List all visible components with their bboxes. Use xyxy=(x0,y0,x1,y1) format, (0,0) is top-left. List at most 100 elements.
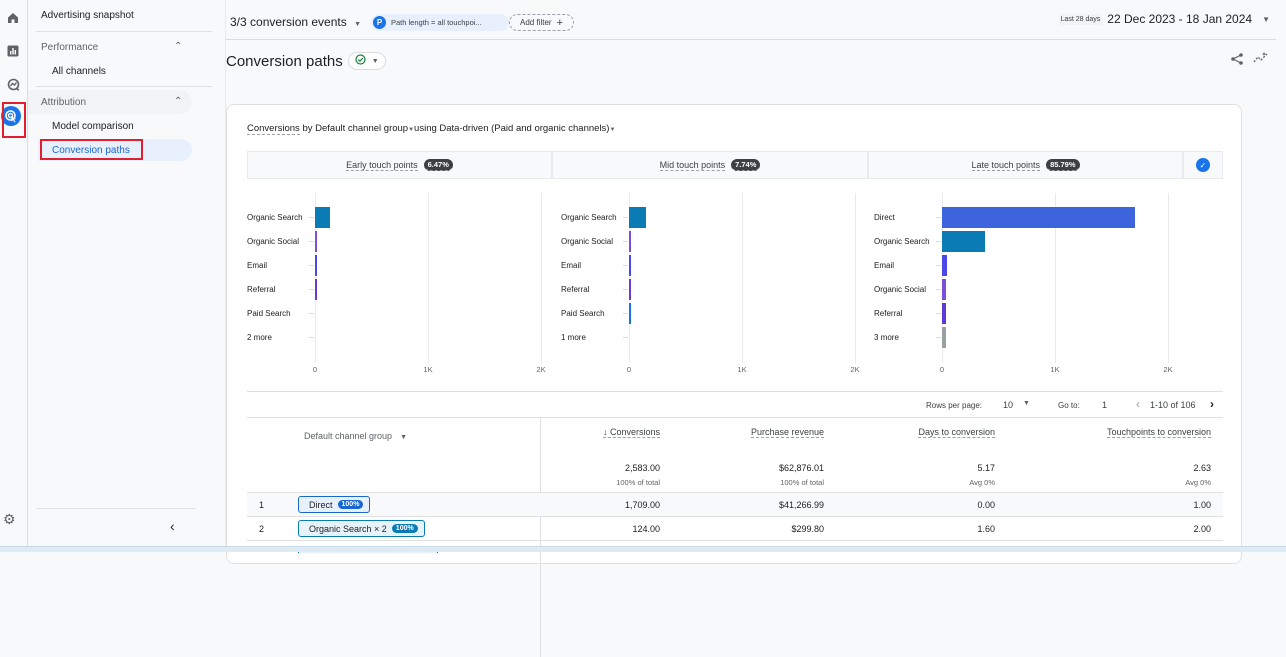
bar[interactable] xyxy=(942,279,947,300)
collapse-sidebar-button[interactable]: ‹ xyxy=(170,518,175,534)
category-label: Paid Search xyxy=(247,309,291,318)
stage-label: Mid touch points xyxy=(659,159,726,171)
dimension-selector[interactable]: Default channel group▼ xyxy=(315,123,414,134)
column-header-days-to-conversion[interactable]: Days to conversion xyxy=(918,427,995,438)
column-header-purchase-revenue[interactable]: Purchase revenue xyxy=(750,427,824,438)
sidebar-divider xyxy=(36,508,196,509)
dimension-header[interactable]: Default channel group ▼ xyxy=(304,431,407,441)
stage-late[interactable]: Late touch points 85.79% xyxy=(868,151,1183,179)
bar[interactable] xyxy=(629,231,631,252)
total-revenue-sub: 100% of total xyxy=(780,478,824,487)
conversion-paths-card: Conversions by Default channel group▼usi… xyxy=(226,104,1242,657)
cell-days: 0.00 xyxy=(977,500,995,510)
path-chip[interactable]: Direct 100% xyxy=(298,496,371,513)
page-title: Conversion paths xyxy=(226,52,343,70)
bar[interactable] xyxy=(942,231,985,252)
cell-conversions: 124.00 xyxy=(632,524,660,534)
sidebar-item-advertising-snapshot[interactable]: Advertising snapshot xyxy=(41,10,134,21)
chevron-up-icon[interactable]: ⌃ xyxy=(174,41,182,52)
date-range-text: 22 Dec 2023 - 18 Jan 2024 xyxy=(1107,12,1253,26)
explore-icon[interactable] xyxy=(3,74,23,94)
home-icon[interactable] xyxy=(3,8,23,28)
bar[interactable] xyxy=(315,279,317,300)
date-range-picker[interactable]: Last 28 days 22 Dec 2023 - 18 Jan 2024 ▼ xyxy=(1058,12,1270,26)
cell-touchpoints: 1.00 xyxy=(1193,500,1211,510)
sidebar-item-all-channels[interactable]: All channels xyxy=(52,66,106,77)
category-label: Organic Social xyxy=(874,285,927,294)
add-filter-button[interactable]: Add filter + xyxy=(509,14,574,31)
stage-mid[interactable]: Mid touch points 7.74% xyxy=(552,151,868,179)
caret-down-icon: ▼ xyxy=(1262,14,1270,24)
cell-days: 1.60 xyxy=(977,524,995,534)
y-tick xyxy=(936,241,941,242)
metric-selector[interactable]: Conversions xyxy=(247,123,300,135)
sidebar-item-model-comparison[interactable]: Model comparison xyxy=(52,121,134,132)
model-selector[interactable]: using Data-driven (Paid and organic chan… xyxy=(414,123,615,134)
conversion-events-selector[interactable]: 3/3 conversion events ▼ xyxy=(230,15,361,29)
x-tick-label: 0 xyxy=(939,365,945,374)
column-header-conversions[interactable]: ↓ Conversions xyxy=(602,427,660,438)
stage-pct-badge: 85.79% xyxy=(1046,159,1080,171)
sidebar-section-attribution[interactable]: Attribution xyxy=(41,97,86,108)
table-row[interactable]: 2 Organic Search × 2 100% 124.00 $299.80… xyxy=(247,517,1223,541)
bar[interactable] xyxy=(942,255,947,276)
gridline xyxy=(428,193,429,363)
y-tick xyxy=(309,241,314,242)
y-tick xyxy=(623,313,628,314)
total-conversions: 2,583.00 xyxy=(624,463,660,473)
page-title-row: Conversion paths ▼ xyxy=(226,52,386,70)
bar[interactable] xyxy=(629,303,631,324)
y-tick xyxy=(309,289,314,290)
gear-icon[interactable]: ⚙ xyxy=(3,511,16,528)
chart-early-touch-points: 0 1K 2K Organic Search Organic Social Email Re… xyxy=(247,193,557,383)
category-label: Direct xyxy=(874,213,895,222)
report-status-button[interactable]: ▼ xyxy=(347,52,386,70)
path-label: Direct xyxy=(309,499,333,510)
goto-input[interactable]: 1 xyxy=(1102,400,1107,410)
path-length-filter-chip[interactable]: P Path length = all touchpoi... xyxy=(371,14,509,31)
pagination: Rows per page: 10 ▼ Go to: 1 ‹ 1-10 of 1… xyxy=(247,391,1223,417)
rows-per-page-select[interactable]: 10 xyxy=(1003,400,1013,410)
gridline xyxy=(541,193,542,363)
x-tick-label: 2K xyxy=(536,365,546,374)
y-tick xyxy=(309,313,314,314)
share-icon[interactable] xyxy=(1230,52,1244,69)
stage-toggle[interactable]: ✓ xyxy=(1183,151,1223,179)
caret-down-icon[interactable]: ▼ xyxy=(1023,400,1030,407)
chevron-left-icon[interactable]: ‹ xyxy=(1136,397,1140,411)
x-tick-label: 2K xyxy=(1163,365,1173,374)
table-row[interactable]: 1 Direct 100% 1,709.00 $41,266.99 0.00 1… xyxy=(247,493,1223,517)
conversion-events-label: 3/3 conversion events xyxy=(230,15,347,29)
bar[interactable] xyxy=(629,255,631,276)
column-header-touchpoints[interactable]: Touchpoints to conversion xyxy=(1106,427,1211,438)
category-label: Organic Social xyxy=(561,237,614,246)
bar[interactable] xyxy=(315,207,330,228)
category-label: Referral xyxy=(874,309,903,318)
add-filter-label: Add filter xyxy=(519,18,552,27)
chevron-right-icon[interactable]: › xyxy=(1210,397,1214,411)
bar[interactable] xyxy=(315,231,317,252)
bar[interactable] xyxy=(629,279,631,300)
bar[interactable] xyxy=(315,255,317,276)
bar[interactable] xyxy=(942,207,1136,228)
bar[interactable] xyxy=(942,327,946,348)
table-header: Default channel group ▼ ↓ Conversions Pur… xyxy=(247,417,1223,493)
y-tick xyxy=(623,265,628,266)
sidebar-section-performance[interactable]: Performance xyxy=(41,42,98,53)
gridline xyxy=(742,193,743,363)
bar[interactable] xyxy=(629,207,646,228)
heading-by: by xyxy=(299,123,316,134)
category-label: Referral xyxy=(247,285,276,294)
y-tick xyxy=(623,337,628,338)
category-label: 3 more xyxy=(874,333,899,342)
insights-icon[interactable] xyxy=(1253,51,1269,68)
y-tick xyxy=(309,337,314,338)
dimension-label: Default channel group xyxy=(315,123,409,134)
reports-icon[interactable] xyxy=(3,41,23,61)
path-pct-badge: 100% xyxy=(391,524,418,533)
total-touchpoints-sub: Avg 0% xyxy=(1185,478,1211,487)
chevron-up-icon[interactable]: ⌃ xyxy=(174,96,182,107)
path-chip[interactable]: Organic Search × 2 100% xyxy=(298,520,425,537)
stage-early[interactable]: Early touch points 6.47% xyxy=(247,151,552,179)
bar[interactable] xyxy=(942,303,946,324)
